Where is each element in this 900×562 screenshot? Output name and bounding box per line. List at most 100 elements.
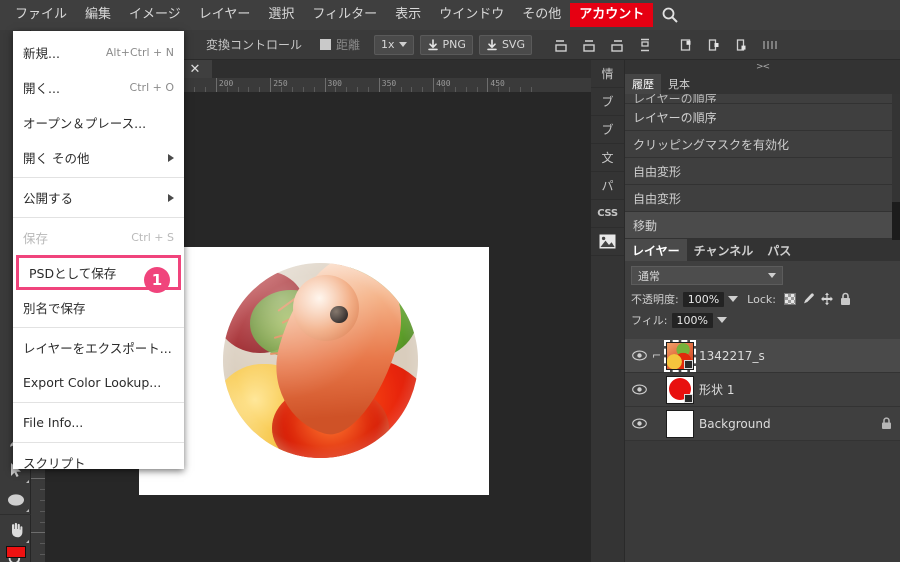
layer-name[interactable]: 形状 1 [699, 381, 892, 398]
opacity-slider-caret-icon[interactable] [728, 296, 739, 302]
layer-thumbnail[interactable] [666, 409, 694, 438]
menu-edit[interactable]: 編集 [76, 3, 120, 27]
lock-position-icon[interactable] [820, 292, 834, 306]
ruler-minor-tick [281, 87, 283, 92]
distribute-v-icon[interactable] [632, 34, 658, 56]
menu-separator [13, 327, 184, 328]
ellipse-tool[interactable] [0, 485, 31, 515]
tab-history[interactable]: 履歴 [625, 74, 661, 94]
vtab-css[interactable]: CSS [591, 200, 624, 228]
arrange-grid-icon[interactable] [758, 34, 784, 56]
layer-name[interactable]: 1342217_s [699, 349, 892, 363]
menu-item-publish[interactable]: 公開する [13, 180, 184, 215]
table-row[interactable]: 形状 1 [625, 373, 900, 407]
list-item[interactable]: レイヤーの順序 [625, 104, 900, 131]
ruler-minor-tick [476, 87, 478, 92]
vtab-image[interactable] [591, 228, 624, 256]
blend-mode-select[interactable]: 通常 [631, 266, 783, 285]
menu-item-label: 開く... [23, 81, 60, 96]
ruler-minor-tick [498, 87, 500, 92]
menu-filter[interactable]: フィルター [303, 3, 386, 27]
menu-item-file-info[interactable]: File Info... [13, 405, 184, 440]
menu-separator [13, 442, 184, 443]
tab-swatches[interactable]: 見本 [661, 74, 697, 94]
history-scrollbar[interactable] [892, 94, 900, 240]
list-item[interactable]: 自由変形 [625, 158, 900, 185]
export-png-button[interactable]: PNG [419, 34, 473, 55]
ruler-tick [378, 78, 380, 92]
arrange-center-icon[interactable] [702, 34, 728, 56]
vtab-info[interactable]: 情 [591, 60, 624, 88]
photopea-window: ファイル 編集 イメージ レイヤー 選択 フィルター 表示 ウインドウ その他 … [0, 0, 900, 562]
fill-value[interactable]: 100% [671, 312, 713, 328]
foreground-color-swatch[interactable] [6, 546, 26, 558]
menu-item-export-color-lookup[interactable]: Export Color Lookup... [13, 365, 184, 400]
clipped-photo-circle[interactable] [223, 263, 418, 458]
panel-collapse-grip[interactable]: >< [625, 60, 900, 74]
vtab-character[interactable]: 文 [591, 144, 624, 172]
menu-item-open-and-place[interactable]: オープン＆プレース... [13, 105, 184, 140]
distance-swatch-icon[interactable] [320, 39, 332, 50]
menu-item-scripts[interactable]: スクリプト [13, 445, 184, 480]
ruler-minor-tick [519, 87, 521, 92]
menu-item-accel: Alt+Ctrl + N [105, 46, 174, 59]
menu-view[interactable]: 表示 [386, 3, 430, 27]
menu-item-export-layers[interactable]: レイヤーをエクスポート... [13, 330, 184, 365]
align-top-icon[interactable] [604, 34, 630, 56]
table-row[interactable]: ⌐ 1342217_s [625, 339, 900, 373]
layer-name[interactable]: Background [699, 417, 876, 431]
history-list[interactable]: レイヤーの順序 レイヤーの順序 クリッピングマスクを有効化 自由変形 自由変形 … [625, 94, 900, 240]
menu-more[interactable]: その他 [513, 3, 570, 27]
tab-paths[interactable]: パス [760, 239, 799, 261]
opacity-value[interactable]: 100% [682, 291, 725, 307]
eye-icon[interactable] [631, 350, 647, 361]
opacity-label: 不透明度: [631, 293, 679, 306]
vtab-brush-preset[interactable]: ブ [591, 116, 624, 144]
align-center-v-icon[interactable] [576, 34, 602, 56]
artboard[interactable] [139, 247, 489, 495]
arrange-left-icon[interactable] [674, 34, 700, 56]
fill-slider-caret-icon[interactable] [716, 317, 727, 323]
menu-item-new[interactable]: 新規... Alt+Ctrl + N [13, 35, 184, 70]
list-item[interactable]: 移動 [625, 212, 900, 239]
menu-account[interactable]: アカウント [570, 3, 654, 27]
menu-layer[interactable]: レイヤー [190, 3, 260, 27]
lock-transparency-icon[interactable] [783, 293, 796, 305]
zoom-level-dropdown[interactable]: 1x [374, 34, 414, 55]
align-bottom-icon[interactable] [548, 34, 574, 56]
ruler-minor-tick [389, 87, 391, 92]
eye-icon[interactable] [631, 384, 647, 395]
arrange-right-icon[interactable] [730, 34, 756, 56]
list-item[interactable]: クリッピングマスクを有効化 [625, 131, 900, 158]
menu-item-label: 新規... [23, 46, 60, 61]
ruler-minor-tick [313, 87, 315, 92]
list-item[interactable]: 自由変形 [625, 185, 900, 212]
lock-paint-icon[interactable] [801, 292, 815, 306]
menu-item-open-more[interactable]: 開く その他 [13, 140, 184, 175]
menu-item-open[interactable]: 開く... Ctrl + O [13, 70, 184, 105]
lock-all-icon[interactable] [839, 292, 852, 306]
export-svg-button[interactable]: SVG [478, 34, 532, 55]
file-menu-dropdown[interactable]: 新規... Alt+Ctrl + N 開く... Ctrl + O オープン＆プ… [13, 31, 184, 471]
menu-select[interactable]: 選択 [259, 3, 303, 27]
layer-thumbnail[interactable] [664, 339, 696, 372]
tab-layers[interactable]: レイヤー [625, 239, 687, 261]
table-row[interactable]: Background [625, 407, 900, 441]
hand-tool[interactable] [0, 515, 31, 545]
vtab-paragraph[interactable]: パ [591, 172, 624, 200]
list-item[interactable]: レイヤーの順序 [625, 94, 900, 104]
layer-thumbnail[interactable] [666, 375, 694, 404]
opacity-row: 不透明度: 100% Lock: [631, 291, 894, 307]
menu-file[interactable]: ファイル [6, 3, 76, 27]
menu-image[interactable]: イメージ [120, 3, 190, 27]
history-scrollbar-thumb[interactable] [892, 202, 900, 240]
vtab-brush[interactable]: ブ [591, 88, 624, 116]
eye-icon[interactable] [631, 418, 647, 429]
menu-window[interactable]: ウインドウ [430, 3, 513, 27]
download-icon [427, 38, 438, 50]
ruler-minor-tick [411, 87, 413, 92]
tab-channels[interactable]: チャンネル [686, 239, 761, 261]
ruler-minor-tick [530, 87, 532, 92]
search-icon[interactable] [661, 6, 679, 24]
menu-item-save-as[interactable]: 別名で保存 [13, 290, 184, 325]
